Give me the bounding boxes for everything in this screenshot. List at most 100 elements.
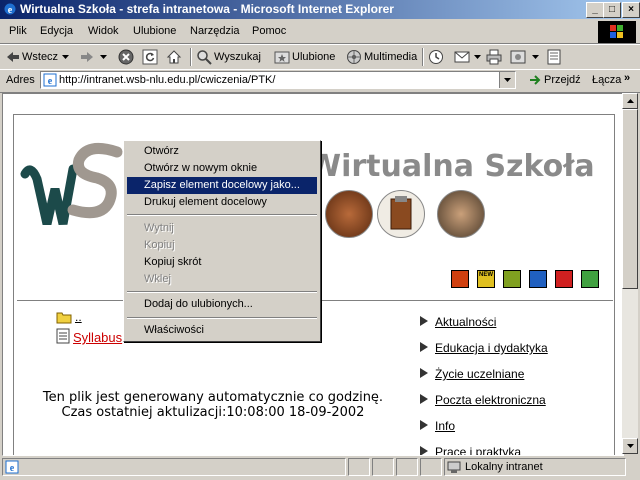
status-text-panel: e (2, 458, 346, 476)
chevron-down-icon (532, 55, 539, 59)
nav-icon-home[interactable] (581, 270, 599, 288)
nav-icon-5[interactable] (555, 270, 573, 288)
media-icon (347, 50, 361, 64)
last-update: Czas ostatniej aktulizacji:10:08:00 18-0… (61, 405, 365, 420)
mail-dropdown[interactable] (474, 48, 481, 66)
menu-bar: Plik Edycja Widok Ulubione Narzędzia Pom… (0, 20, 640, 44)
history-button[interactable] (428, 48, 444, 66)
ws-logo (20, 142, 123, 226)
nav-link-poczta[interactable]: Poczta elektroniczna (435, 393, 546, 407)
go-button[interactable]: Przejdź (528, 71, 581, 89)
windows-logo-icon (598, 21, 636, 43)
arrow-icon (420, 420, 428, 430)
vertical-scrollbar[interactable] (622, 93, 638, 454)
back-dropdown[interactable] (62, 48, 69, 66)
mail-icon (454, 51, 470, 63)
search-button[interactable]: Wyszukaj (196, 48, 261, 66)
ie-page-icon: e (5, 460, 19, 474)
back-label: Wstecz (22, 51, 59, 63)
menu-ulubione[interactable]: Ulubione (133, 25, 176, 37)
forward-dropdown[interactable] (100, 48, 107, 66)
syllabus-link[interactable]: Syllabus (73, 330, 122, 345)
chevron-down-icon (474, 55, 481, 59)
arrow-icon (420, 368, 428, 378)
nav-icon-3[interactable] (503, 270, 521, 288)
home-button[interactable] (166, 48, 182, 66)
refresh-icon (142, 49, 158, 65)
title-bar: e Wirtualna Szkoła - strefa intranetowa … (0, 0, 640, 19)
ctx-save-target-as[interactable]: Zapisz element docelowy jako... (127, 177, 317, 194)
photo-clipboard[interactable] (377, 190, 425, 238)
nav-link-edukacja[interactable]: Edukacja i dydaktyka (435, 341, 548, 355)
scroll-up-button[interactable] (622, 93, 638, 109)
address-dropdown[interactable] (499, 72, 515, 88)
back-button[interactable]: Wstecz (6, 48, 58, 66)
toolbar-separator (190, 48, 192, 66)
stop-button[interactable] (118, 48, 134, 66)
ctx-copy-shortcut[interactable]: Kopiuj skrót (127, 254, 317, 271)
document-icon (56, 328, 70, 344)
print-icon (486, 49, 502, 65)
refresh-button[interactable] (142, 48, 158, 66)
menu-narzedzia[interactable]: Narzędzia (190, 25, 240, 37)
minimize-button[interactable]: _ (586, 2, 604, 18)
menu-plik[interactable]: Plik (9, 25, 27, 37)
search-label: Wyszukaj (214, 51, 261, 63)
print-button[interactable] (486, 48, 502, 66)
ctx-paste: Wklej (144, 273, 171, 285)
links-label[interactable]: Łącza (592, 74, 621, 86)
menu-edycja[interactable]: Edycja (40, 25, 73, 37)
maximize-button[interactable]: □ (603, 2, 621, 18)
scroll-down-button[interactable] (622, 438, 638, 454)
nav-link-aktualnosci[interactable]: Aktualności (435, 315, 496, 329)
zone-label: Lokalny intranet (465, 461, 543, 473)
links-expand-icon[interactable]: » (624, 72, 630, 84)
ctx-add-favorites[interactable]: Dodaj do ulubionych... (127, 296, 317, 313)
go-arrow-icon (530, 75, 541, 85)
ctx-open-new-window[interactable]: Otwórz w nowym oknie (127, 160, 317, 177)
svg-text:e: e (10, 463, 15, 474)
favorites-button[interactable]: Ulubione (274, 48, 335, 66)
ctx-open[interactable]: Otwórz (127, 143, 317, 160)
stop-icon (118, 49, 134, 65)
photo-students[interactable] (437, 190, 485, 238)
go-label: Przejdź (544, 74, 581, 86)
nav-link-info[interactable]: Info (435, 419, 455, 433)
brand-title: Wirtualna Szkoła (308, 149, 595, 184)
parent-folder-link[interactable]: .. (75, 310, 82, 324)
window-title: Wirtualna Szkoła - strefa intranetowa - … (20, 2, 394, 16)
back-arrow-icon (7, 52, 19, 62)
arrow-icon (420, 342, 428, 352)
mail-button[interactable] (454, 48, 472, 66)
ctx-properties[interactable]: Właściwości (127, 322, 317, 339)
forward-button[interactable] (80, 48, 94, 66)
media-button[interactable]: Multimedia (346, 48, 417, 66)
arrow-icon (420, 446, 428, 455)
edit-button[interactable] (510, 48, 526, 66)
nav-icon-1[interactable] (451, 270, 469, 288)
nav-link-zycie[interactable]: Życie uczelniane (435, 367, 524, 381)
menu-widok[interactable]: Widok (88, 25, 119, 37)
ctx-cut: Wytnij (144, 222, 174, 234)
close-button[interactable]: × (622, 2, 640, 18)
address-url: http://intranet.wsb-nlu.edu.pl/cwiczenia… (59, 74, 276, 86)
edit-page-icon (510, 50, 526, 64)
photo-hall[interactable] (325, 190, 373, 238)
favorites-icon (274, 51, 290, 64)
intranet-icon (447, 461, 461, 473)
arrow-icon (420, 316, 428, 326)
discuss-button[interactable] (546, 48, 562, 66)
scroll-thumb[interactable] (622, 109, 638, 289)
nav-icon-4[interactable] (529, 270, 547, 288)
chevron-down-icon (504, 78, 511, 82)
media-label: Multimedia (364, 51, 418, 63)
menu-pomoc[interactable]: Pomoc (252, 25, 286, 37)
ie-icon: e (4, 3, 16, 16)
nav-link-prace[interactable]: Prace i praktyka (435, 445, 521, 455)
ctx-separator (127, 214, 317, 216)
address-input[interactable]: e http://intranet.wsb-nlu.edu.pl/cwiczen… (40, 71, 516, 89)
ctx-print-target[interactable]: Drukuj element docelowy (127, 194, 317, 211)
nav-icon-new[interactable]: NEW (477, 270, 495, 288)
edit-dropdown[interactable] (532, 48, 539, 66)
generated-note: Ten plik jest generowany automatycznie c… (42, 390, 384, 405)
